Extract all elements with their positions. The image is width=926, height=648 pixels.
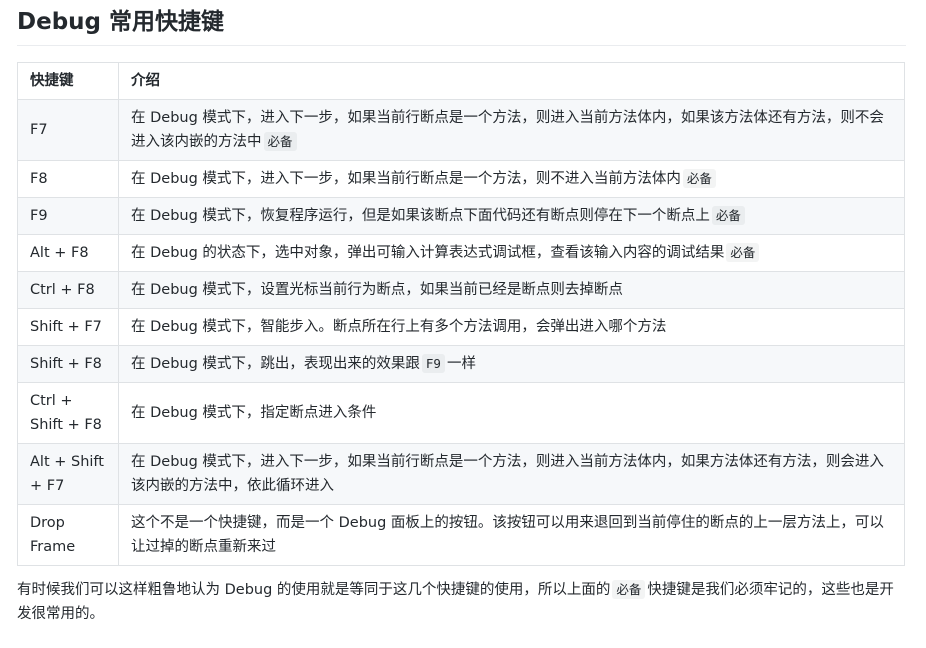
required-badge: 必备 bbox=[726, 243, 760, 262]
table-row: Shift + F7 在 Debug 模式下，智能步入。断点所在行上有多个方法调… bbox=[17, 308, 905, 346]
shortcut-key: Alt + Shift + F7 bbox=[17, 443, 119, 505]
shortcut-description: 在 Debug 模式下，跳出，表现出来的效果跟 F9 一样 bbox=[118, 345, 905, 383]
shortcut-key: F8 bbox=[17, 160, 119, 198]
summary-paragraph: 有时候我们可以这样粗鲁地认为 Debug 的使用就是等同于这几个快捷键的使用，所… bbox=[17, 578, 906, 626]
description-text-after: 一样 bbox=[446, 356, 476, 372]
document-page: Debug 常用快捷键 快捷键 介绍 F7 在 Debug 模式下，进入下一步，… bbox=[0, 0, 926, 648]
required-badge: 必备 bbox=[711, 206, 745, 225]
table-row: Ctrl + Shift + F8 在 Debug 模式下，指定断点进入条件 bbox=[17, 382, 905, 444]
shortcut-key: Shift + F7 bbox=[17, 308, 119, 346]
shortcut-description: 在 Debug 模式下，指定断点进入条件 bbox=[118, 382, 905, 444]
description-text: 在 Debug 模式下，进入下一步，如果当前行断点是一个方法，则不进入当前方法体… bbox=[131, 171, 681, 187]
header-shortcut: 快捷键 bbox=[17, 62, 119, 100]
table-row: F9 在 Debug 模式下，恢复程序运行，但是如果该断点下面代码还有断点则停在… bbox=[17, 197, 905, 235]
table-row: Shift + F8 在 Debug 模式下，跳出，表现出来的效果跟 F9 一样 bbox=[17, 345, 905, 383]
inline-code-f9: F9 bbox=[421, 354, 445, 373]
description-text: 在 Debug 模式下，恢复程序运行，但是如果该断点下面代码还有断点则停在下一个… bbox=[131, 208, 710, 224]
section-heading: Debug 常用快捷键 bbox=[17, 0, 906, 46]
shortcut-description: 在 Debug 模式下，进入下一步，如果当前行断点是一个方法，则进入当前方法体内… bbox=[118, 99, 905, 161]
table-header-row: 快捷键 介绍 bbox=[17, 62, 905, 100]
shortcut-key: Ctrl + F8 bbox=[17, 271, 119, 309]
shortcut-description: 在 Debug 模式下，进入下一步，如果当前行断点是一个方法，则不进入当前方法体… bbox=[118, 160, 905, 198]
shortcut-table: 快捷键 介绍 F7 在 Debug 模式下，进入下一步，如果当前行断点是一个方法… bbox=[17, 62, 905, 566]
description-text: 在 Debug 模式下，跳出，表现出来的效果跟 bbox=[131, 356, 420, 372]
shortcut-key: F7 bbox=[17, 99, 119, 161]
table-row: Ctrl + F8 在 Debug 模式下，设置光标当前行为断点，如果当前已经是… bbox=[17, 271, 905, 309]
table-row: F7 在 Debug 模式下，进入下一步，如果当前行断点是一个方法，则进入当前方… bbox=[17, 99, 905, 161]
shortcut-description: 在 Debug 模式下，智能步入。断点所在行上有多个方法调用，会弹出进入哪个方法 bbox=[118, 308, 905, 346]
description-text: 在 Debug 模式下，进入下一步，如果当前行断点是一个方法，则进入当前方法体内… bbox=[131, 110, 884, 150]
shortcut-description: 在 Debug 模式下，进入下一步，如果当前行断点是一个方法，则进入当前方法体内… bbox=[118, 443, 905, 505]
shortcut-description: 在 Debug 模式下，设置光标当前行为断点，如果当前已经是断点则去掉断点 bbox=[118, 271, 905, 309]
table-row: Drop Frame 这个不是一个快捷键，而是一个 Debug 面板上的按钮。该… bbox=[17, 504, 905, 566]
shortcut-key: Shift + F8 bbox=[17, 345, 119, 383]
required-badge: 必备 bbox=[612, 580, 646, 599]
description-text: 在 Debug 的状态下，选中对象，弹出可输入计算表达式调试框，查看该输入内容的… bbox=[131, 245, 725, 261]
shortcut-description: 在 Debug 的状态下，选中对象，弹出可输入计算表达式调试框，查看该输入内容的… bbox=[118, 234, 905, 272]
shortcut-key: Drop Frame bbox=[17, 504, 119, 566]
shortcut-key: Alt + F8 bbox=[17, 234, 119, 272]
table-row: F8 在 Debug 模式下，进入下一步，如果当前行断点是一个方法，则不进入当前… bbox=[17, 160, 905, 198]
required-badge: 必备 bbox=[263, 132, 297, 151]
shortcut-key: Ctrl + Shift + F8 bbox=[17, 382, 119, 444]
table-row: Alt + Shift + F7 在 Debug 模式下，进入下一步，如果当前行… bbox=[17, 443, 905, 505]
required-badge: 必备 bbox=[682, 169, 716, 188]
shortcut-key: F9 bbox=[17, 197, 119, 235]
table-row: Alt + F8 在 Debug 的状态下，选中对象，弹出可输入计算表达式调试框… bbox=[17, 234, 905, 272]
summary-text: 有时候我们可以这样粗鲁地认为 Debug 的使用就是等同于这几个快捷键的使用，所… bbox=[17, 582, 611, 598]
shortcut-description: 在 Debug 模式下，恢复程序运行，但是如果该断点下面代码还有断点则停在下一个… bbox=[118, 197, 905, 235]
shortcut-description: 这个不是一个快捷键，而是一个 Debug 面板上的按钮。该按钮可以用来退回到当前… bbox=[118, 504, 905, 566]
header-description: 介绍 bbox=[118, 62, 905, 100]
